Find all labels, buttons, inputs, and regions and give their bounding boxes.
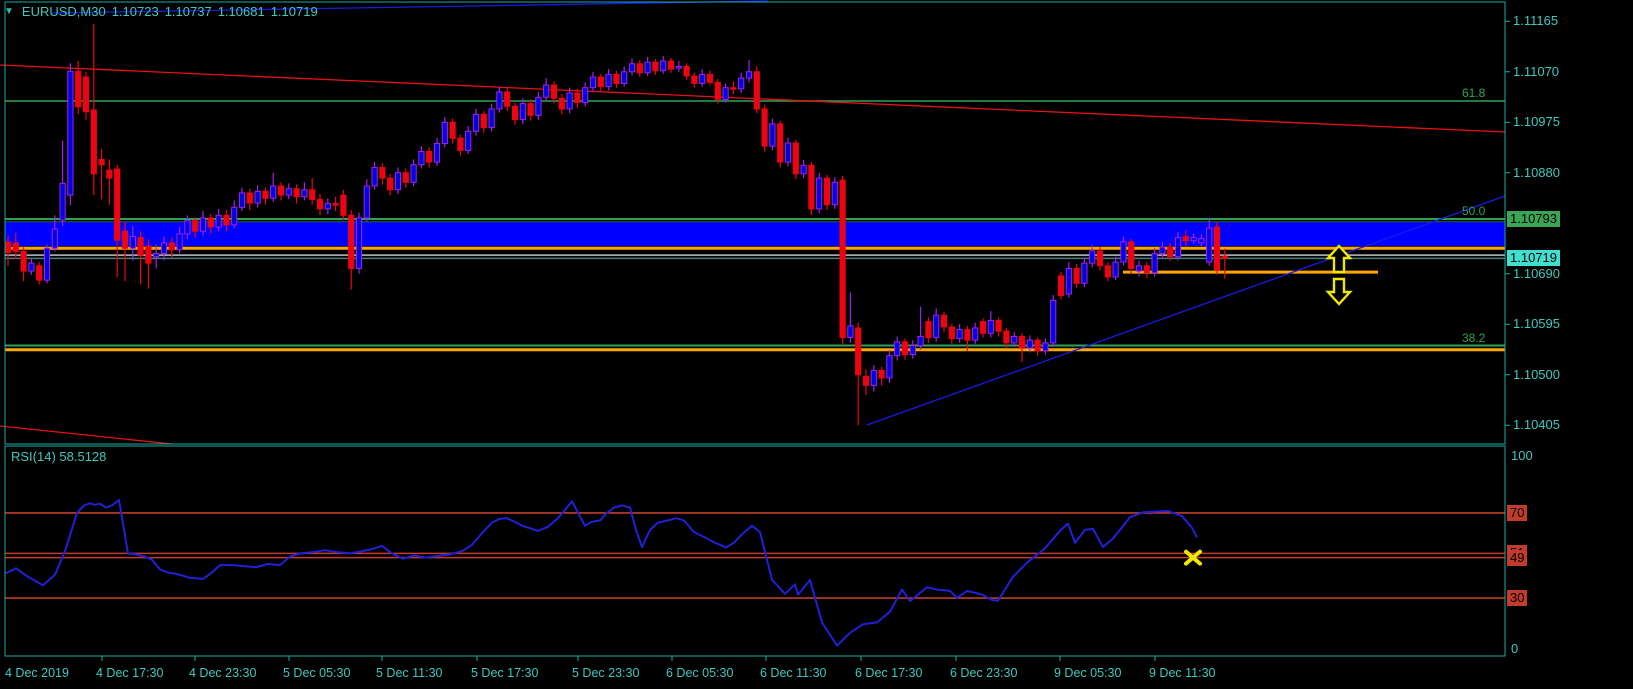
time-axis-label: 4 Dec 2019 xyxy=(5,666,69,680)
chart-title: ▼ EURUSD,M30 1.10723 1.10737 1.10681 1.1… xyxy=(4,4,318,19)
price-tick-label: 1.10500 xyxy=(1513,366,1560,382)
up-arrow-icon[interactable] xyxy=(1325,244,1353,274)
time-axis-label: 5 Dec 23:30 xyxy=(572,666,640,680)
price-tick-label: 1.10975 xyxy=(1513,114,1560,130)
time-axis-label: 5 Dec 05:30 xyxy=(283,666,351,680)
price-tick-label: 1.11165 xyxy=(1513,13,1559,29)
time-axis-label: 4 Dec 23:30 xyxy=(189,666,257,680)
rsi-axis-label: 0 xyxy=(1511,641,1519,656)
time-axis-label: 6 Dec 11:30 xyxy=(760,666,827,680)
rsi-level-box-49: 49 xyxy=(1507,549,1528,566)
time-axis-label: 5 Dec 17:30 xyxy=(471,666,539,680)
chart-window: ▼ EURUSD,M30 1.10723 1.10737 1.10681 1.1… xyxy=(0,0,1633,689)
symbol-period-label: EURUSD,M30 xyxy=(21,4,106,19)
rsi-line[interactable] xyxy=(4,499,1198,647)
time-axis-label: 5 Dec 11:30 xyxy=(376,666,443,680)
price-chart-canvas[interactable] xyxy=(0,0,1633,689)
descending-red-trendline[interactable] xyxy=(0,64,1506,133)
lower-left-red-segment[interactable] xyxy=(0,425,173,445)
rsi-axis-label: 100 xyxy=(1511,448,1533,463)
price-tick-label: 1.10880 xyxy=(1513,164,1560,180)
symbol-dropdown-icon[interactable]: ▼ xyxy=(4,6,14,17)
fib-label-38.2: 38.2 xyxy=(1462,330,1486,345)
time-axis-label: 6 Dec 17:30 xyxy=(855,666,923,680)
fib-label-50.0: 50.0 xyxy=(1462,204,1486,218)
time-axis-label: 9 Dec 05:30 xyxy=(1054,666,1122,680)
price-box-cyan: 1.10719 xyxy=(1507,250,1560,267)
ohlc-high: 1.10737 xyxy=(164,4,212,19)
rsi-level-box-70: 70 xyxy=(1507,504,1528,521)
down-arrow-icon[interactable] xyxy=(1325,277,1353,306)
price-tick-label: 1.11070 xyxy=(1513,63,1560,79)
price-box-green: 1.10793 xyxy=(1507,211,1560,227)
time-axis-label: 6 Dec 23:30 xyxy=(950,666,1018,680)
ohlc-low: 1.10681 xyxy=(217,4,265,19)
price-tick-label: 1.10405 xyxy=(1513,417,1560,433)
rsi-indicator-label: RSI(14) 58.5128 xyxy=(11,449,107,464)
ohlc-open: 1.10723 xyxy=(111,4,159,19)
time-axis-label: 9 Dec 11:30 xyxy=(1149,666,1216,680)
time-axis-label: 4 Dec 17:30 xyxy=(96,666,164,680)
fib-label-61.8: 61.8 xyxy=(1462,85,1486,100)
rsi-level-box-30: 30 xyxy=(1507,590,1528,607)
ohlc-close: 1.10719 xyxy=(270,4,318,19)
price-tick-label: 1.10690 xyxy=(1513,265,1560,281)
blue-zone-rectangle[interactable] xyxy=(5,222,1505,247)
rsi-pane-border xyxy=(4,445,1506,657)
time-axis-label: 6 Dec 05:30 xyxy=(666,666,734,680)
price-tick-label: 1.10595 xyxy=(1513,316,1560,332)
